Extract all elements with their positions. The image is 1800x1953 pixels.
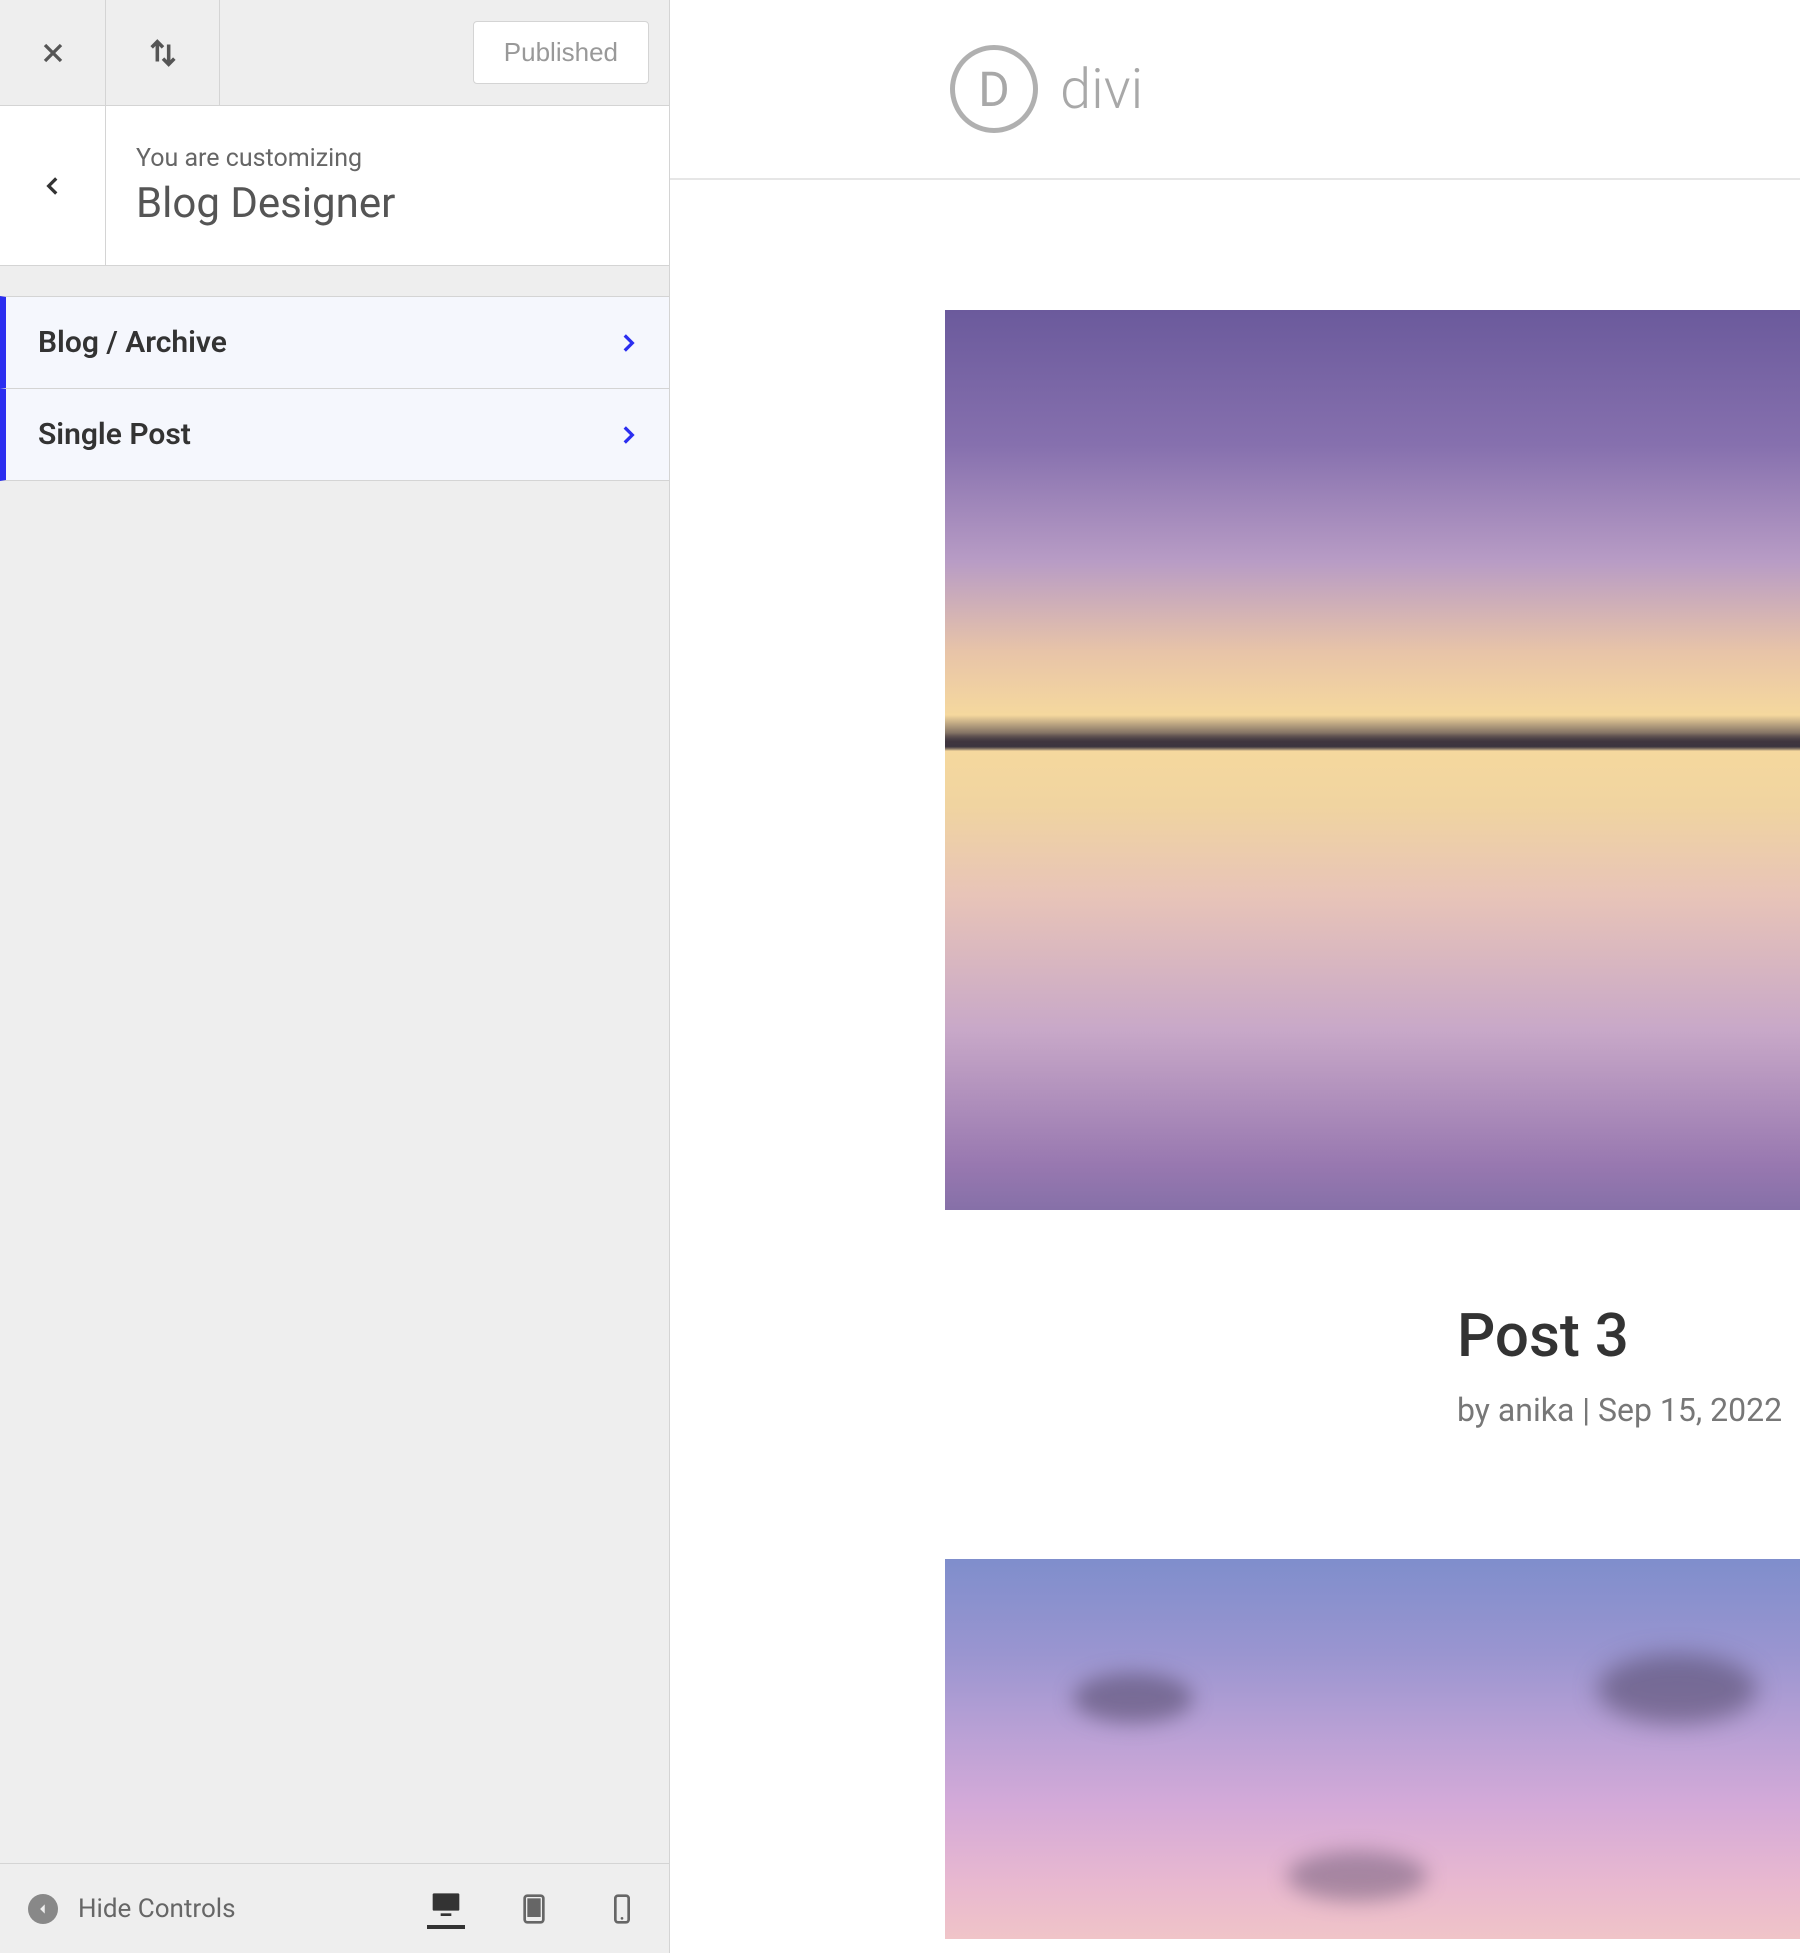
close-icon (37, 37, 69, 69)
panel-title-area: You are customizing Blog Designer (106, 106, 669, 265)
tablet-icon (518, 1893, 550, 1925)
meta-by: by (1457, 1391, 1490, 1429)
desktop-preview-button[interactable] (427, 1889, 465, 1929)
sort-arrows-icon (146, 36, 180, 70)
chevron-right-icon (615, 330, 641, 356)
panel-title: Blog Designer (136, 179, 639, 228)
collapse-left-icon (28, 1894, 58, 1924)
nav-item-blog-archive[interactable]: Blog / Archive (0, 296, 669, 389)
publish-button[interactable]: Published (473, 21, 649, 84)
tablet-preview-button[interactable] (515, 1889, 553, 1929)
mobile-icon (606, 1893, 638, 1925)
nav-item-single-post[interactable]: Single Post (0, 388, 669, 481)
post-meta: by anika | Sep 15, 2022 (1457, 1391, 1800, 1429)
meta-date: Sep 15, 2022 (1598, 1391, 1782, 1429)
mobile-preview-button[interactable] (603, 1889, 641, 1929)
nav-item-label: Blog / Archive (38, 325, 227, 360)
sidebar-footer: Hide Controls (0, 1863, 669, 1953)
back-button[interactable] (0, 106, 106, 265)
nav-item-label: Single Post (38, 417, 191, 452)
panel-header: You are customizing Blog Designer (0, 106, 669, 266)
customizer-sidebar: Published You are customizing Blog Desig… (0, 0, 670, 1953)
hide-controls-label: Hide Controls (78, 1894, 236, 1924)
logo-mark: D (950, 45, 1038, 133)
customizing-label: You are customizing (136, 144, 639, 173)
sidebar-top-bar: Published (0, 0, 669, 106)
meta-author-link[interactable]: anika (1498, 1391, 1574, 1429)
preview-content: Post 3 by anika | Sep 15, 2022 (670, 180, 1800, 1939)
chevron-left-icon (40, 173, 66, 199)
close-button[interactable] (0, 0, 106, 106)
chevron-right-icon (615, 422, 641, 448)
reorder-button[interactable] (106, 0, 220, 106)
desktop-icon (430, 1888, 462, 1920)
site-header: D divi (670, 0, 1800, 180)
logo-text: divi (1060, 56, 1143, 122)
preview-pane: D divi Post 3 by anika | Sep 15, 2022 (670, 0, 1800, 1953)
nav-list: Blog / Archive Single Post (0, 296, 669, 480)
post-featured-image[interactable] (945, 310, 1800, 1210)
post-featured-image[interactable] (945, 1559, 1800, 1939)
post-title[interactable]: Post 3 (1457, 1300, 1800, 1371)
site-logo[interactable]: D divi (950, 45, 1143, 133)
meta-separator: | (1582, 1391, 1598, 1429)
device-preview-toggles (427, 1889, 641, 1929)
publish-area: Published (220, 21, 669, 84)
hide-controls-button[interactable]: Hide Controls (28, 1894, 236, 1924)
